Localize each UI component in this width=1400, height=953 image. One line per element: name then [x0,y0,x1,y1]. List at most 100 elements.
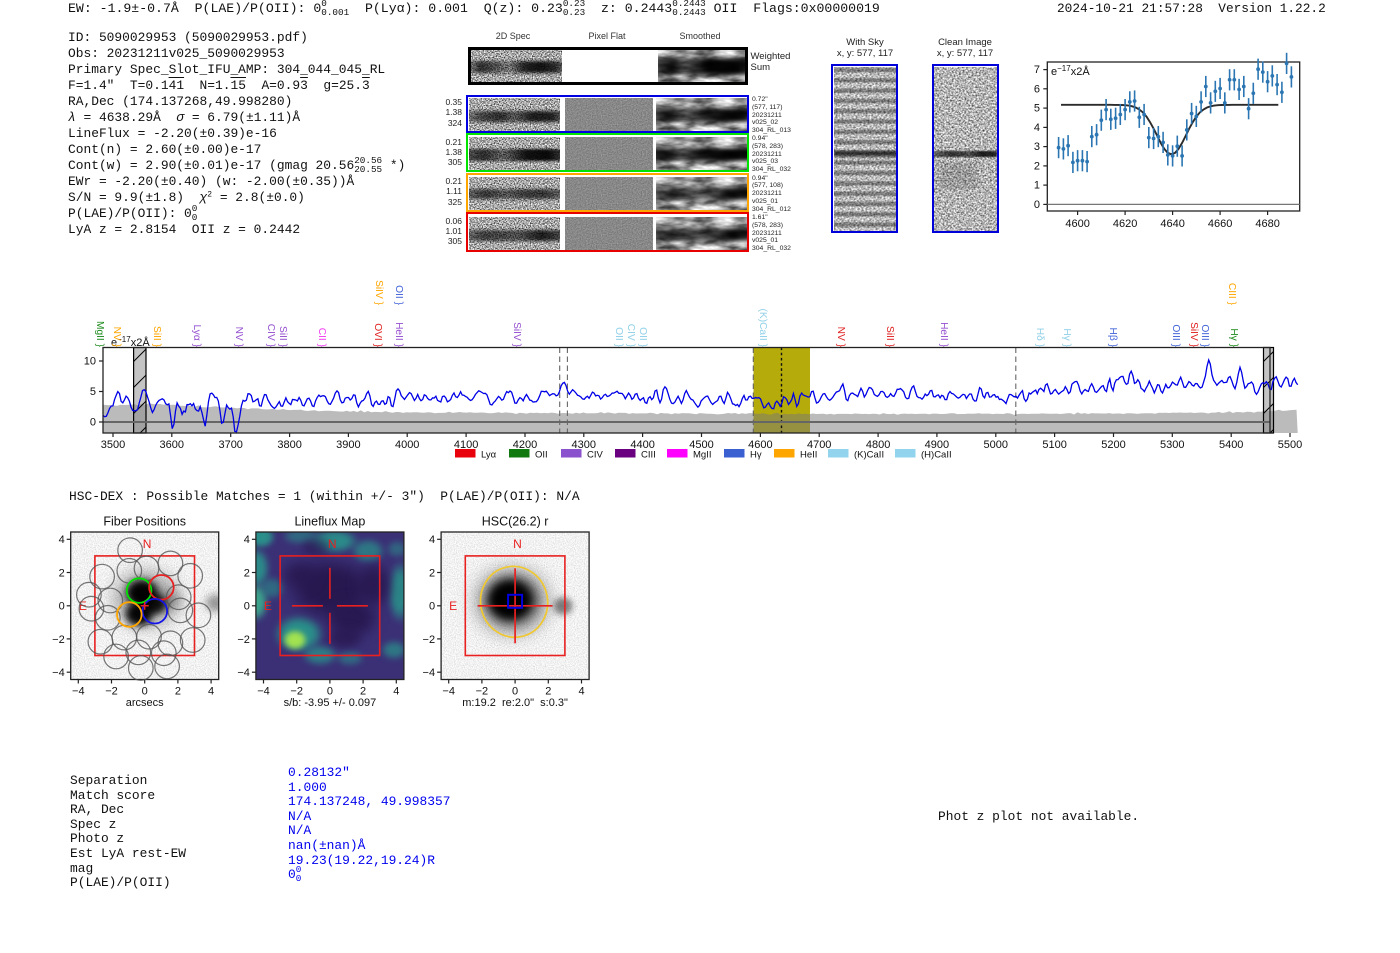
svg-text:0: 0 [512,686,518,698]
svg-text:3900: 3900 [336,439,360,451]
svg-text:Hβ }: Hβ } [1107,328,1118,348]
svg-text:Hδ }: Hδ } [1034,328,1045,348]
svg-text:MgII }: MgII } [94,321,105,348]
svg-text:Lyα: Lyα [481,450,497,461]
svg-text:Hγ }: Hγ } [1061,328,1072,347]
svg-text:N: N [328,537,337,551]
svg-text:4680: 4680 [1255,218,1279,230]
svg-text:OVI }: OVI } [372,323,383,347]
svg-text:OIII }: OIII } [1199,324,1210,347]
svg-text:5500: 5500 [1278,439,1302,451]
svg-text:4: 4 [1034,122,1040,134]
svg-text:4: 4 [244,534,250,546]
svg-text:HeII }: HeII } [393,322,404,348]
svg-text:4: 4 [59,534,65,546]
svg-text:Hγ: Hγ [750,450,762,461]
svg-text:CII }: CII } [316,328,327,348]
svg-text:arcsecs: arcsecs [126,697,164,709]
svg-text:OII: OII [535,450,548,461]
svg-text:0: 0 [327,686,333,698]
svg-text:Hγ }: Hγ } [1228,328,1239,347]
svg-text:0: 0 [429,601,435,613]
svg-text:CIII: CIII [641,450,656,461]
svg-text:3800: 3800 [277,439,301,451]
svg-text:CIV }: CIV } [625,324,636,348]
svg-text:CIII }: CIII } [1226,283,1237,306]
svg-text:E: E [449,599,457,613]
svg-text:(H)CaII: (H)CaII [921,450,952,461]
svg-text:−4: −4 [237,667,250,679]
svg-text:5000: 5000 [984,439,1008,451]
svg-text:1: 1 [1034,180,1040,192]
svg-text:SiII }: SiII } [151,326,162,348]
svg-text:3600: 3600 [160,439,184,451]
svg-text:NV }: NV } [233,327,244,348]
svg-text:NV }: NV } [835,327,846,348]
svg-text:3: 3 [1034,141,1040,153]
svg-text:2: 2 [59,567,65,579]
svg-text:3500: 3500 [101,439,125,451]
svg-text:SiIV }: SiIV } [1188,322,1199,348]
svg-text:0: 0 [142,686,148,698]
svg-text:HSC(26.2) r: HSC(26.2) r [482,515,549,529]
svg-text:CIV }: CIV } [265,324,276,348]
svg-text:HeII }: HeII } [938,322,949,348]
svg-text:6: 6 [1034,83,1040,95]
svg-text:−2: −2 [237,634,250,646]
svg-text:0: 0 [59,601,65,613]
svg-text:5400: 5400 [1219,439,1243,451]
svg-text:−4: −4 [442,686,455,698]
svg-text:N: N [143,537,152,551]
svg-text:CIV: CIV [587,450,604,461]
svg-text:5: 5 [90,386,96,398]
svg-text:Lineflux Map: Lineflux Map [294,515,365,529]
svg-text:2: 2 [360,686,366,698]
svg-text:−4: −4 [423,667,436,679]
svg-text:Lyα }: Lyα } [191,324,202,347]
svg-text:10: 10 [84,356,96,368]
svg-text:(K)CaII }: (K)CaII } [757,309,768,348]
svg-text:−4: −4 [52,667,65,679]
svg-text:2: 2 [175,686,181,698]
svg-text:e−17x2Å: e−17x2Å [1051,64,1090,78]
svg-text:E: E [264,599,272,613]
svg-text:4000: 4000 [395,439,419,451]
svg-text:7: 7 [1034,64,1040,76]
svg-text:4640: 4640 [1160,218,1184,230]
svg-text:2: 2 [545,686,551,698]
svg-text:4620: 4620 [1113,218,1137,230]
svg-text:4: 4 [208,686,214,698]
svg-text:m:19.2 re:2.0" s:0.3": m:19.2 re:2.0" s:0.3" [462,697,568,709]
svg-text:OII }: OII } [637,327,648,347]
svg-text:0: 0 [244,601,250,613]
svg-text:SiII }: SiII } [277,326,288,348]
svg-text:5100: 5100 [1042,439,1066,451]
svg-text:2: 2 [244,567,250,579]
svg-text:−4: −4 [257,686,270,698]
svg-text:0: 0 [90,417,96,429]
svg-text:4: 4 [578,686,584,698]
svg-text:s/b: -3.95 +/- 0.097: s/b: -3.95 +/- 0.097 [284,697,377,709]
svg-text:5300: 5300 [1160,439,1184,451]
svg-text:3700: 3700 [218,439,242,451]
svg-text:4: 4 [393,686,399,698]
svg-text:SiII }: SiII } [884,326,895,348]
svg-text:−2: −2 [476,686,489,698]
svg-text:N: N [513,537,522,551]
svg-text:OII }: OII } [393,285,404,305]
svg-text:4660: 4660 [1208,218,1232,230]
svg-text:−2: −2 [423,634,436,646]
svg-text:0: 0 [1034,199,1040,211]
svg-text:OIII }: OIII } [1170,324,1181,347]
svg-text:NV }: NV } [111,327,122,348]
svg-text:SiIV }: SiIV } [373,280,384,306]
svg-text:OII }: OII } [613,327,624,347]
svg-text:2: 2 [429,567,435,579]
svg-text:−2: −2 [290,686,303,698]
svg-text:4: 4 [429,534,435,546]
svg-text:(K)CaII: (K)CaII [854,450,884,461]
svg-text:−4: −4 [72,686,85,698]
svg-text:5200: 5200 [1101,439,1125,451]
svg-text:−2: −2 [105,686,118,698]
svg-text:−2: −2 [52,634,65,646]
